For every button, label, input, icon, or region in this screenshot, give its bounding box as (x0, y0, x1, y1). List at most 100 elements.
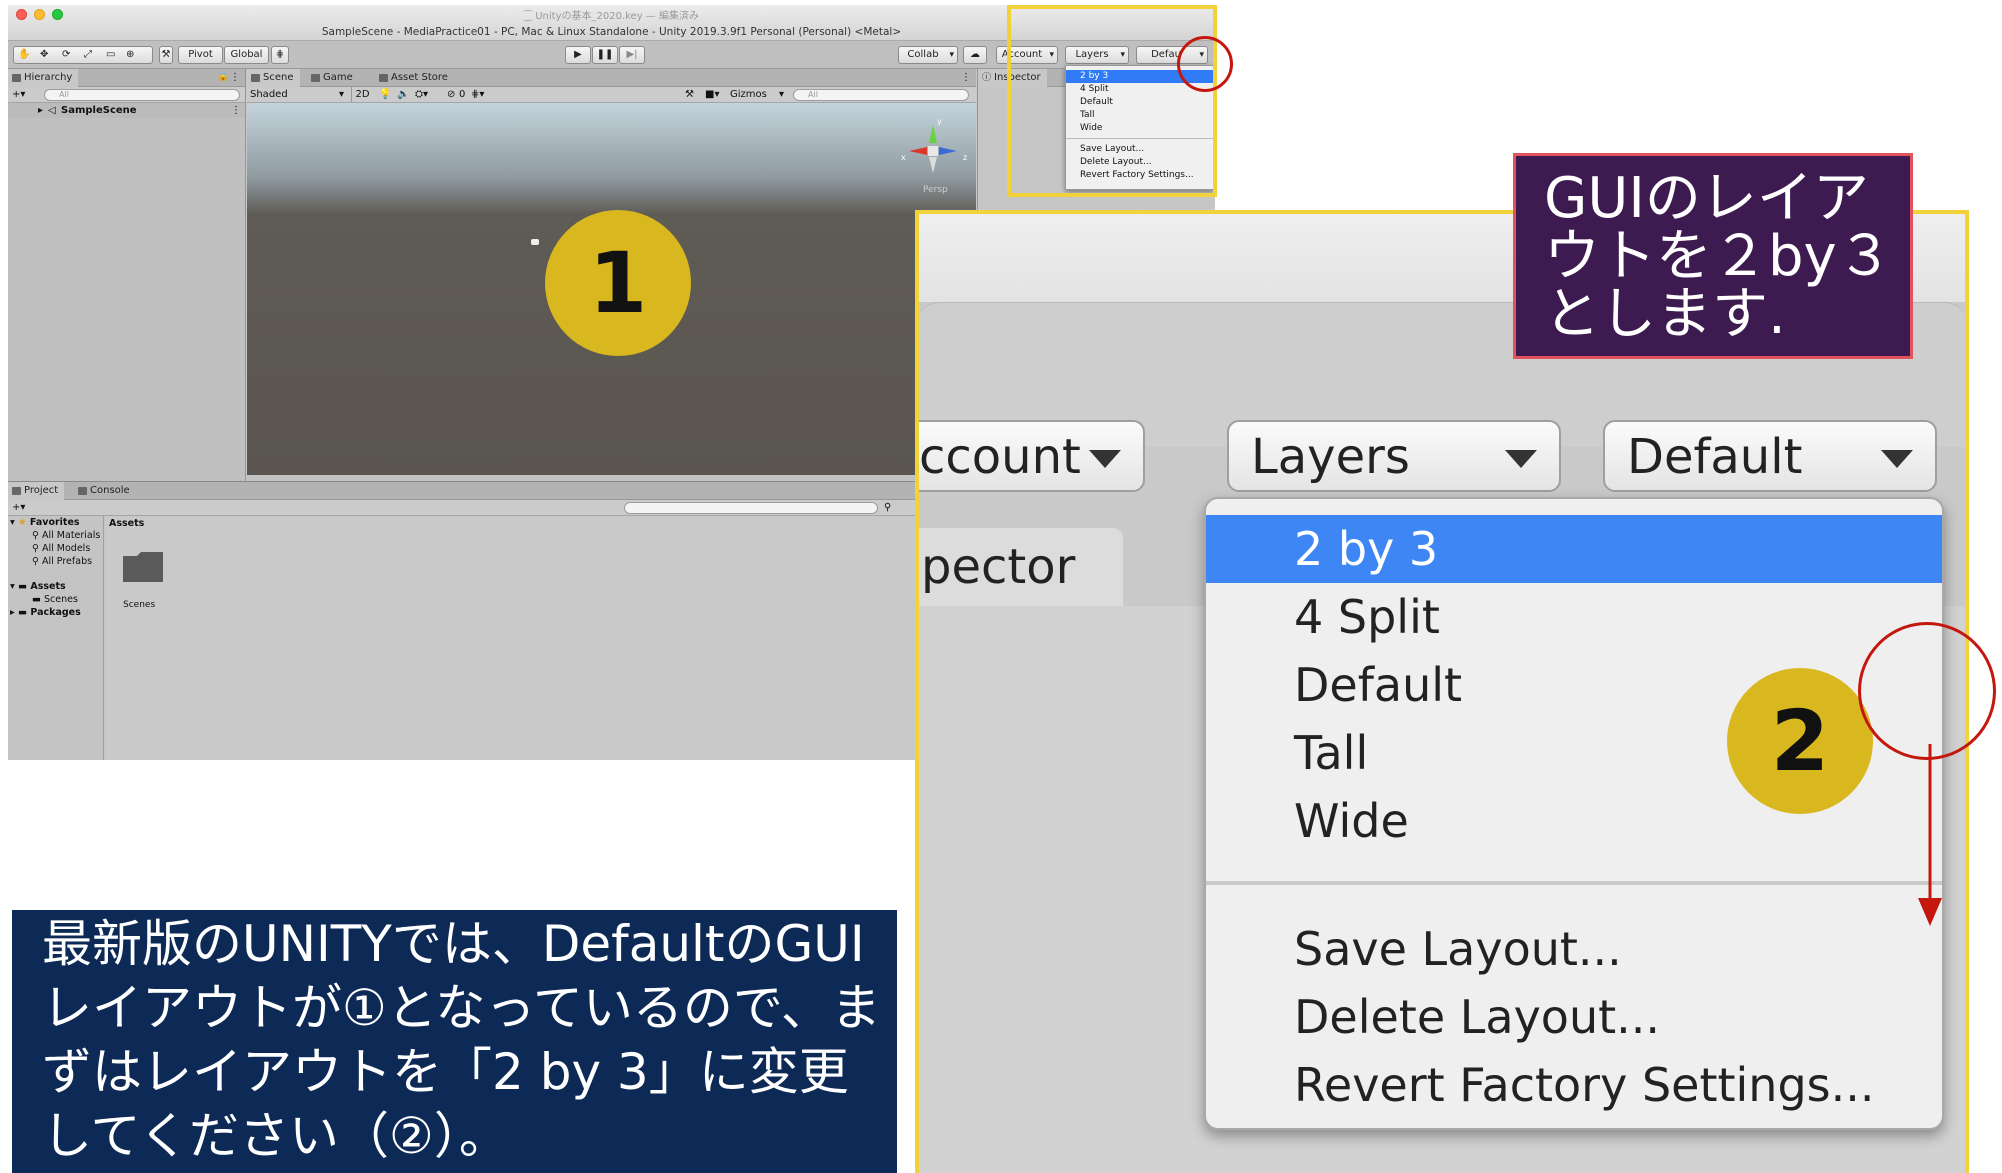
camera-icon[interactable]: ■▾ (705, 87, 719, 102)
hierarchy-search-placeholder: All (59, 90, 69, 99)
tools-icon[interactable]: ⚒ (685, 87, 694, 102)
tab-hierarchy[interactable]: Hierarchy (8, 69, 79, 87)
scene-search-input[interactable]: All (793, 89, 969, 101)
asset-store-tab-label: Asset Store (391, 72, 448, 83)
favorites-label: Favorites (29, 517, 80, 528)
effects-icon[interactable]: ⛭▾ (415, 87, 428, 102)
transform-tool-icon[interactable]: ⊕ (126, 47, 134, 63)
create-add-icon[interactable]: +▾ (12, 500, 25, 515)
tab-scene[interactable]: Scene (247, 69, 300, 87)
packages-folder-item[interactable]: ▸ ▬ Packages (10, 606, 81, 619)
folder-icon: ▬ (32, 594, 41, 605)
asset-store-icon (379, 74, 388, 82)
collab-dropdown[interactable]: Collab (898, 46, 958, 64)
pivot-label: Pivot (188, 49, 213, 60)
scenes-folder-name: Scenes (123, 600, 156, 610)
hierarchy-panel: Hierarchy 🔒 ⋮ +▾ All ▸ ◁ SampleScene ⋮ (8, 69, 246, 481)
search-icon: ⚲ (32, 556, 39, 567)
hierarchy-toolbar: +▾ All (8, 87, 245, 103)
tab-project[interactable]: Project (8, 482, 65, 500)
expand-arrow-icon[interactable]: ▸ (38, 103, 43, 118)
favorite-all-materials[interactable]: ⚲ All Materials (32, 529, 100, 542)
highlight-box-menu (1007, 5, 1217, 197)
unity-scene-icon: ◁ (48, 105, 56, 116)
red-arrow-icon (1918, 744, 1942, 926)
audio-icon[interactable]: 🔈 (397, 87, 409, 102)
global-button[interactable]: Global (224, 46, 269, 64)
favorite-all-models[interactable]: ⚲ All Models (32, 542, 90, 555)
hierarchy-search-input[interactable]: All (44, 89, 240, 101)
gizmos-dropdown[interactable]: Gizmos ▾ (730, 87, 786, 102)
rect-tool-icon[interactable]: ▭ (106, 47, 115, 63)
hidden-objects-icon[interactable]: ⊘ (447, 87, 455, 102)
pause-button[interactable]: ❚❚ (592, 46, 618, 64)
packages-label: Packages (30, 607, 81, 618)
move-tool-icon[interactable]: ✥ (40, 47, 48, 63)
collab-label: Collab (907, 49, 939, 60)
lighting-icon[interactable]: 💡 (379, 87, 391, 102)
gizmo-axis-x: x (901, 153, 906, 162)
tab-game[interactable]: Game (307, 69, 359, 87)
grid-icon[interactable]: ⋕▾ (471, 87, 484, 102)
favorite-all-prefabs[interactable]: ⚲ All Prefabs (32, 555, 92, 568)
gizmo-axis-y: y (937, 117, 942, 126)
favorite-label: All Materials (42, 530, 101, 541)
project-search-input[interactable] (624, 502, 878, 514)
chevron-down-icon: ▾ (778, 89, 784, 100)
scenes-folder-thumbnail[interactable] (121, 550, 165, 584)
step-1-badge: 1 (545, 210, 691, 356)
scenes-label: Scenes (44, 594, 78, 605)
search-icon: ⚲ (32, 530, 39, 541)
gizmo-axis-z: z (963, 153, 968, 162)
folder-icon (123, 552, 163, 582)
hand-tool-icon[interactable]: ✋ (18, 47, 30, 63)
assets-breadcrumb[interactable]: Assets (109, 518, 144, 529)
scale-tool-icon[interactable]: ⤢ (84, 47, 92, 63)
assets-folder-item[interactable]: ▾ ▬ Assets (10, 580, 66, 593)
star-icon: ★ (18, 517, 27, 528)
2d-label: 2D (355, 89, 370, 100)
hierarchy-icon (12, 74, 21, 82)
hidden-count: 0 (459, 89, 466, 100)
scene-menu-icon[interactable]: ⋮ (231, 103, 241, 118)
highlight-circle-layout-button (1177, 36, 1233, 92)
scenes-folder-item[interactable]: ▬ Scenes (32, 593, 78, 606)
transform-tools-group[interactable]: ✋ ✥ ⟳ ⤢ ▭ ⊕ (13, 46, 153, 64)
persp-label[interactable]: Persp (923, 185, 948, 195)
hierarchy-header: Hierarchy 🔒 ⋮ (8, 69, 245, 87)
panel-menu-icon[interactable]: ⋮ (961, 69, 971, 86)
info-icon: ⓘ (982, 73, 992, 83)
project-tab-label: Project (24, 485, 59, 496)
game-tab-icon (311, 74, 320, 82)
create-add-icon[interactable]: +▾ (12, 87, 25, 102)
step-button[interactable]: ▶| (619, 46, 645, 64)
caption-bottom: 最新版のUNITYでは、DefaultのGUIレイアウトが①となっているので、ま… (12, 910, 897, 1173)
filter-icon[interactable]: ⚲ (884, 500, 891, 515)
play-button[interactable]: ▶ (565, 46, 591, 64)
folder-icon: ▬ (18, 607, 28, 618)
tab-console[interactable]: Console (74, 482, 136, 500)
chevron-down-icon: ▾ (338, 89, 344, 100)
step-2-badge: 2 (1727, 668, 1873, 814)
hierarchy-root-item[interactable]: ▸ ◁ SampleScene ⋮ (8, 103, 245, 118)
scene-search-placeholder: All (808, 90, 818, 99)
2d-toggle[interactable]: 2D (351, 87, 373, 102)
tab-asset-store[interactable]: Asset Store (375, 69, 454, 87)
lock-icon[interactable]: 🔒 (218, 69, 229, 86)
directional-light-icon[interactable] (531, 239, 539, 245)
panel-menu-icon[interactable]: ⋮ (230, 69, 240, 86)
folder-icon (12, 487, 21, 495)
global-label: Global (230, 49, 263, 60)
rotate-tool-icon[interactable]: ⟳ (62, 47, 70, 63)
pivot-button[interactable]: Pivot (178, 46, 223, 64)
favorites-item[interactable]: ▾ ★ Favorites (10, 516, 80, 529)
search-icon: ⚲ (32, 543, 39, 554)
cloud-icon[interactable]: ☁ (963, 46, 987, 64)
favorite-label: All Models (42, 543, 91, 554)
scene-gizmo[interactable]: y x z (901, 117, 967, 177)
project-folder-tree: ▾ ★ Favorites ⚲ All Materials ⚲ All Mode… (8, 516, 104, 760)
custom-tool-icon[interactable]: ⚒ (159, 46, 173, 64)
grid-snap-icon[interactable]: ⋕ (271, 46, 289, 64)
shading-mode-dropdown[interactable]: Shaded ▾ (250, 87, 346, 102)
shading-mode-label: Shaded (250, 89, 288, 100)
